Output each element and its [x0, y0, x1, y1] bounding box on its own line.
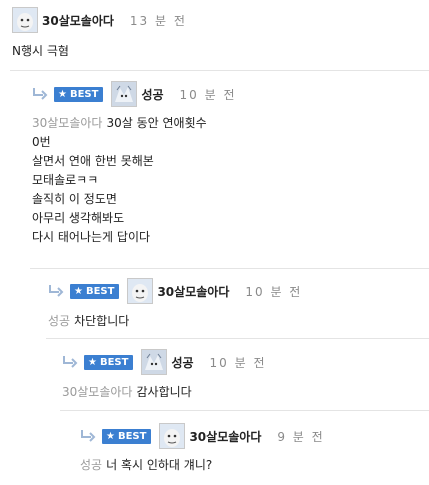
reply-arrow-icon — [63, 356, 78, 368]
comment-0: 30살모솔아다 13 분 전 N행시 극혐 — [12, 7, 422, 61]
divider — [46, 338, 429, 339]
avatar[interactable] — [141, 349, 168, 375]
avatar[interactable] — [12, 7, 38, 33]
comment-line: 다시 태어나는게 답이다 — [32, 230, 151, 244]
comment-line: 솔직히 이 정도면 — [32, 192, 117, 206]
best-badge: ★ BEST — [84, 354, 134, 370]
timestamp: 10 분 전 — [179, 87, 237, 102]
comment-2: ★ BEST 30살모솔아다 10 분 전 성공 차단합니다 — [48, 278, 422, 331]
comment-body: 30살모솔아다 30살 동안 연애횟수 0번 살면서 연애 한번 못해본 모태솔로… — [32, 114, 422, 247]
divider — [60, 410, 429, 411]
comment-line: 30살모솔아다 감사합니다 — [62, 385, 192, 399]
comment-body: 30살모솔아다 감사합니다 — [62, 383, 422, 402]
comment-line: N행시 극혐 — [12, 44, 69, 58]
mention-link[interactable]: 성공 — [48, 314, 70, 328]
timestamp: 9 분 전 — [277, 429, 325, 444]
timestamp: 10 분 전 — [245, 284, 303, 299]
star-icon: ★ — [88, 356, 97, 368]
avatar[interactable] — [127, 278, 154, 304]
author-name[interactable]: 30살모솔아다 — [189, 428, 261, 445]
avatar[interactable] — [111, 81, 138, 107]
author-name[interactable]: 30살모솔아다 — [157, 283, 229, 300]
reply-arrow-icon — [81, 430, 96, 442]
comment-body: 성공 차단합니다 — [48, 312, 422, 331]
star-icon: ★ — [58, 88, 67, 100]
comment-1: ★ BEST 성공 10 분 전 30살모솔아다 30살 동안 연애횟수 0번 살면… — [32, 81, 422, 247]
comment-body: N행시 극혐 — [12, 42, 422, 61]
comment-line: 30살모솔아다 30살 동안 연애횟수 — [32, 116, 207, 130]
author-name[interactable]: 30살모솔아다 — [42, 12, 114, 29]
divider — [30, 268, 429, 269]
comment-header: ★ BEST 성공 10 분 전 — [62, 349, 422, 375]
comment-header: ★ BEST 30살모솔아다 9 분 전 — [80, 423, 422, 449]
author-name[interactable]: 성공 — [141, 86, 163, 103]
best-badge: ★ BEST — [70, 283, 120, 299]
comment-4: ★ BEST 30살모솔아다 9 분 전 성공 너 혹시 인하대 걔니? — [80, 423, 422, 475]
comment-3: ★ BEST 성공 10 분 전 30살모솔아다 감사합니다 — [62, 349, 422, 402]
reply-arrow-icon — [33, 88, 48, 100]
mention-link[interactable]: 성공 — [80, 458, 102, 472]
author-name[interactable]: 성공 — [171, 354, 193, 371]
comment-header: ★ BEST 30살모솔아다 10 분 전 — [48, 278, 422, 304]
comment-line: 0번 — [32, 135, 51, 149]
divider — [10, 70, 429, 71]
star-icon: ★ — [74, 285, 83, 297]
timestamp: 10 분 전 — [209, 355, 267, 370]
mention-link[interactable]: 30살모솔아다 — [62, 385, 132, 399]
comment-line: 모태솔로ㅋㅋ — [32, 173, 99, 187]
avatar[interactable] — [159, 423, 186, 449]
comment-line: 성공 너 혹시 인하대 걔니? — [80, 458, 213, 472]
star-icon: ★ — [106, 430, 115, 442]
comment-header: ★ BEST 성공 10 분 전 — [32, 81, 422, 107]
comment-line: 아무리 생각해봐도 — [32, 211, 125, 225]
best-badge: ★ BEST — [102, 428, 152, 444]
best-badge: ★ BEST — [54, 86, 104, 102]
comment-line: 살면서 연애 한번 못해본 — [32, 154, 154, 168]
reply-arrow-icon — [49, 285, 64, 297]
comment-header: 30살모솔아다 13 분 전 — [12, 7, 422, 33]
mention-link[interactable]: 30살모솔아다 — [32, 116, 102, 130]
comment-line: 성공 차단합니다 — [48, 314, 130, 328]
comment-body: 성공 너 혹시 인하대 걔니? — [80, 456, 422, 475]
timestamp: 13 분 전 — [129, 13, 187, 28]
